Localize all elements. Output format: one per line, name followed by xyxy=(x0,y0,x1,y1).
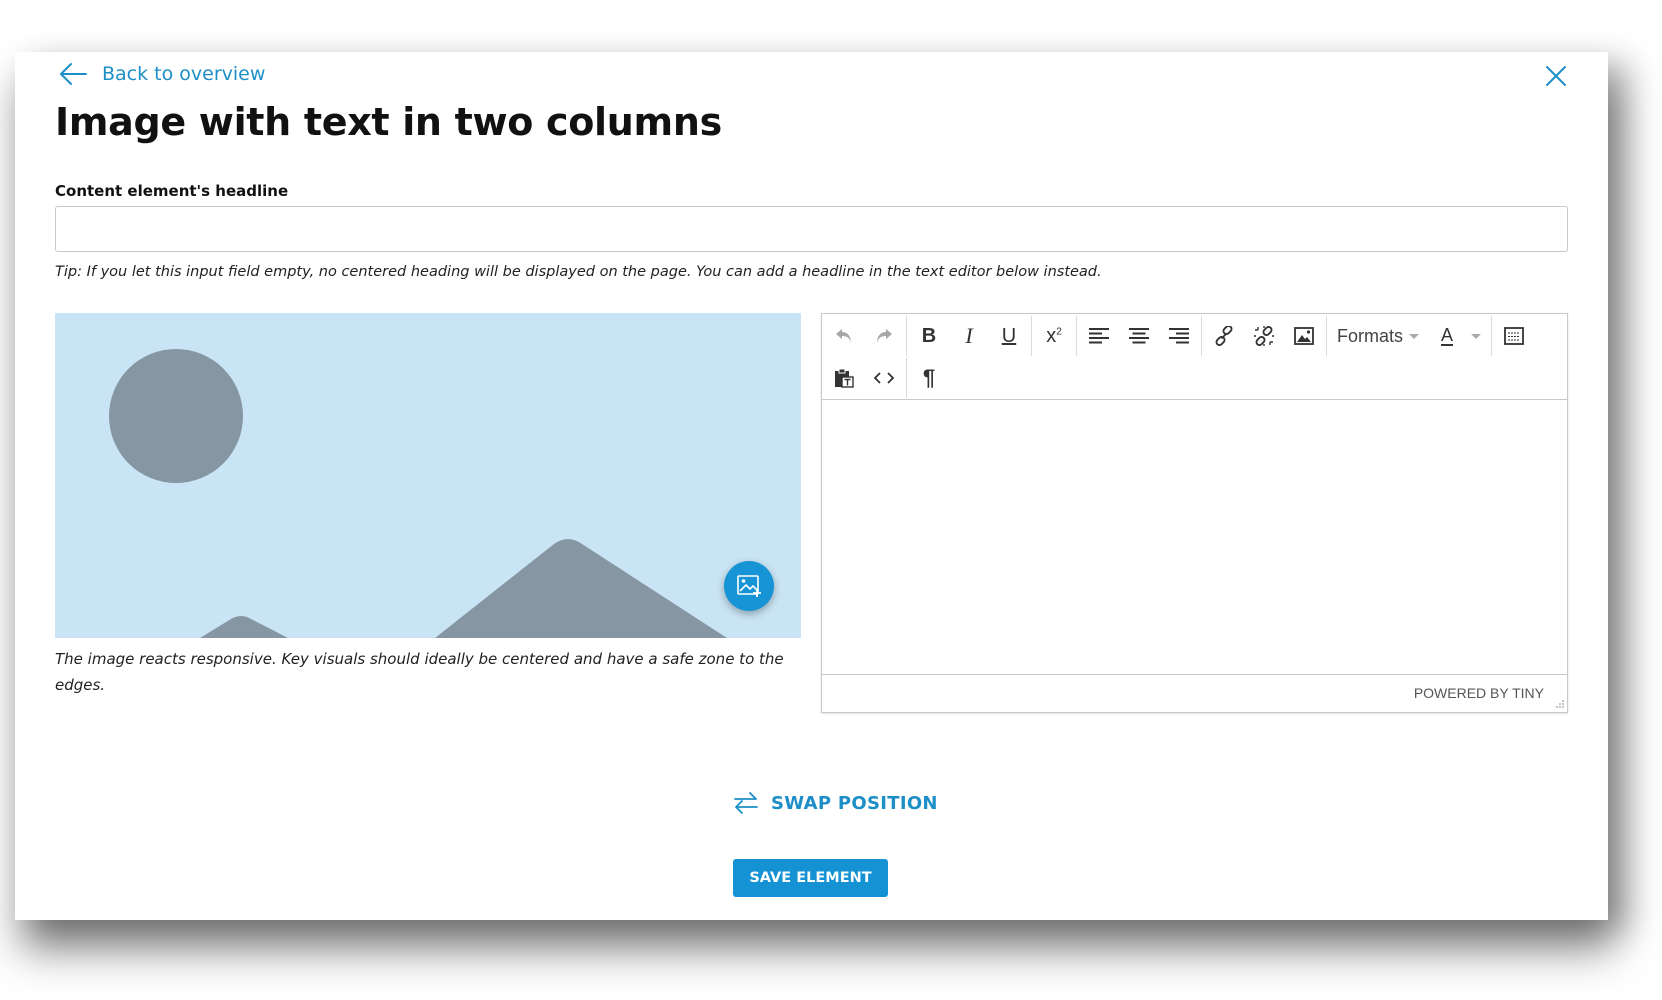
show-blocks-icon: ¶ xyxy=(922,365,936,390)
mountain-large-shape xyxy=(435,539,727,638)
table-icon xyxy=(1504,327,1524,345)
headline-tip: Tip: If you let this input field empty, … xyxy=(55,264,1102,280)
mountain-small-shape xyxy=(200,616,288,638)
change-image-button[interactable] xyxy=(724,561,774,611)
text-color-dropdown[interactable]: A xyxy=(1427,319,1489,353)
unlink-icon xyxy=(1254,326,1274,346)
image-caption: The image reacts responsive. Key visuals… xyxy=(55,650,784,694)
editor-content-area[interactable] xyxy=(822,400,1567,675)
remove-link-button[interactable] xyxy=(1244,319,1284,353)
close-icon xyxy=(1546,66,1566,86)
undo-icon xyxy=(836,329,851,343)
source-code-icon xyxy=(874,372,894,384)
swap-position-button[interactable]: SWAP POSITION xyxy=(733,792,938,814)
align-left-icon xyxy=(1089,328,1109,344)
text-color-icon: A xyxy=(1441,325,1454,346)
back-link-label: Back to overview xyxy=(102,63,266,85)
headline-input[interactable] xyxy=(55,206,1568,252)
insert-image-button[interactable] xyxy=(1284,319,1324,353)
insert-table-button[interactable] xyxy=(1494,319,1534,353)
superscript-button[interactable]: x2 xyxy=(1034,319,1074,353)
align-center-icon xyxy=(1129,328,1149,344)
align-center-button[interactable] xyxy=(1119,319,1159,353)
italic-button[interactable]: I xyxy=(949,319,989,353)
powered-by-tiny-link[interactable]: POWERED BY TINY xyxy=(1414,685,1544,701)
redo-button[interactable] xyxy=(864,319,904,353)
insert-link-button[interactable] xyxy=(1204,319,1244,353)
swap-arrows-icon xyxy=(734,792,758,814)
rich-text-editor: B I U x2 Formats A ¶ POWERED BY TINY xyxy=(821,313,1568,713)
show-blocks-button[interactable]: ¶ xyxy=(909,361,949,395)
underline-button[interactable]: U xyxy=(989,319,1029,353)
bold-icon: B xyxy=(921,324,937,347)
paste-as-text-button[interactable] xyxy=(824,361,864,395)
back-to-overview-link[interactable]: Back to overview xyxy=(58,62,265,86)
formats-label: Formats xyxy=(1337,325,1404,346)
formats-dropdown[interactable]: Formats xyxy=(1329,319,1427,353)
image-placeholder[interactable] xyxy=(55,313,801,638)
sun-shape xyxy=(109,349,243,483)
arrow-left-icon xyxy=(60,63,87,85)
edit-element-panel: Back to overview Image with text in two … xyxy=(15,52,1608,920)
align-left-button[interactable] xyxy=(1079,319,1119,353)
paste-as-text-icon xyxy=(835,368,854,388)
close-button[interactable] xyxy=(1544,64,1568,92)
align-right-icon xyxy=(1169,328,1189,344)
editor-statusbar: POWERED BY TINY xyxy=(822,675,1567,711)
landscape-placeholder-graphic xyxy=(109,349,727,638)
headline-field-label: Content element's headline xyxy=(55,182,289,200)
align-right-button[interactable] xyxy=(1159,319,1199,353)
source-code-button[interactable] xyxy=(864,361,904,395)
chevron-down-icon xyxy=(1471,333,1482,339)
italic-icon: I xyxy=(965,323,973,348)
save-element-button[interactable]: SAVE ELEMENT xyxy=(733,859,888,897)
image-add-icon xyxy=(737,575,761,597)
superscript-icon: x2 xyxy=(1046,324,1062,347)
underline-icon: U xyxy=(1001,324,1017,347)
resize-handle-icon[interactable] xyxy=(1554,698,1564,708)
chevron-down-icon xyxy=(1409,333,1420,339)
swap-position-label: SWAP POSITION xyxy=(771,792,938,814)
editor-toolbar: B I U x2 Formats A ¶ xyxy=(822,314,1567,400)
page-title: Image with text in two columns xyxy=(55,100,722,144)
undo-button[interactable] xyxy=(824,319,864,353)
image-icon xyxy=(1294,327,1314,345)
link-icon xyxy=(1215,326,1233,346)
bold-button[interactable]: B xyxy=(909,319,949,353)
redo-icon xyxy=(877,329,892,343)
